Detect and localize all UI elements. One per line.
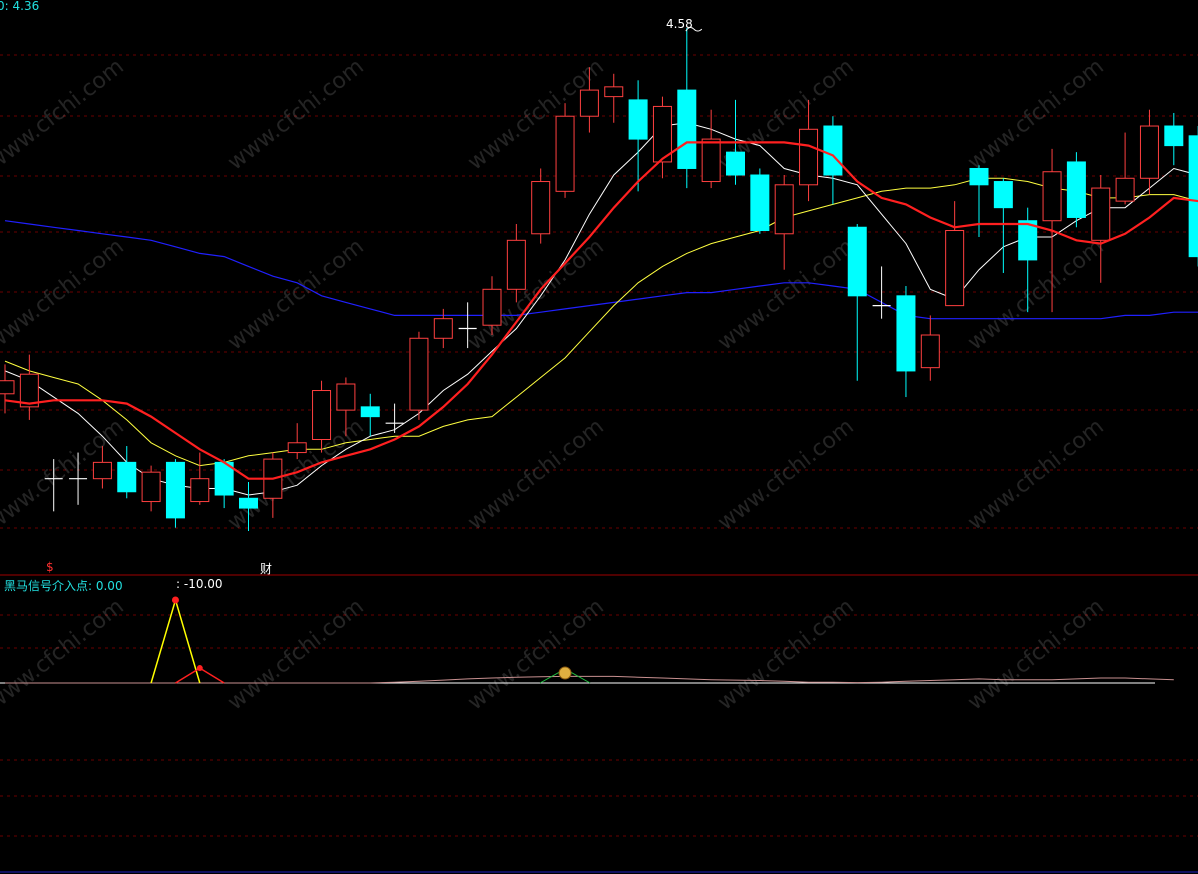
candle-body (579, 89, 599, 117)
candle-body (945, 230, 965, 307)
indicator-yellow-signal (150, 597, 201, 684)
peak-price-label: 4.58 (666, 17, 693, 31)
candle-body (1115, 177, 1135, 202)
candle-body (969, 167, 989, 186)
candle-body (433, 318, 453, 339)
candle-body (141, 471, 161, 503)
money-bag-icon (558, 666, 572, 680)
indicator-name: 黑马信号介入点: 0.00 (4, 579, 123, 593)
candle-body (1164, 125, 1184, 147)
candle-body (896, 295, 916, 372)
candle-body (750, 174, 770, 232)
stock-chart: www.cfchi.com www.cfchi.com www.cfchi.com w… (0, 26, 1198, 873)
candle-body (701, 138, 721, 183)
signal-peak-dot (171, 596, 179, 604)
candle-body (799, 128, 819, 186)
candle-body (190, 478, 210, 503)
candle-body (360, 406, 380, 418)
watermark-text: www.cfchi.com (223, 414, 368, 535)
candle-body (312, 390, 332, 441)
candle-body (1042, 171, 1062, 222)
candle-body (239, 497, 258, 509)
indicator-value2: : -10.00 (176, 577, 223, 591)
candle-body (604, 86, 624, 98)
candle-body (1066, 161, 1086, 218)
candle-body (117, 461, 137, 493)
candle-body (165, 461, 185, 519)
top-left-value: 0: 4.36 (0, 0, 40, 13)
watermark-text: www.cfchi.com (963, 414, 1108, 535)
candle-body (92, 461, 112, 480)
candle-body (677, 89, 697, 169)
watermark-text: www.cfchi.com (713, 414, 858, 535)
watermark-text: www.cfchi.com (713, 594, 858, 715)
candle-body (482, 288, 502, 326)
candle-body (336, 383, 356, 411)
candle-body (920, 334, 940, 369)
watermark-text: www.cfchi.com (223, 594, 368, 715)
candle-body (287, 442, 307, 454)
candle-body (628, 99, 648, 140)
signal-peak-dot (196, 665, 203, 672)
watermark-text: www.cfchi.com (713, 234, 858, 355)
watermark-text: www.cfchi.com (0, 594, 129, 715)
watermark-text: www.cfchi.com (963, 54, 1108, 175)
candle-body (409, 337, 429, 411)
candle-body (823, 125, 843, 176)
marker-cai: 财 (260, 562, 273, 576)
candle-body (774, 184, 794, 235)
candle-body (506, 239, 526, 290)
watermark-text: www.cfchi.com (463, 414, 608, 535)
candle-body (0, 380, 15, 395)
candle-body (555, 115, 575, 192)
candle-body (1188, 135, 1198, 258)
watermark-text: www.cfchi.com (223, 54, 368, 175)
candle-body (1091, 187, 1111, 241)
marker-dollar: $ (46, 560, 54, 574)
watermark-text: www.cfchi.com (463, 594, 608, 715)
candle-body (847, 226, 867, 297)
watermark-text: www.cfchi.com (223, 234, 368, 355)
candle-body (726, 151, 745, 176)
candle-body (993, 181, 1013, 209)
watermark-text: www.cfchi.com (0, 234, 129, 355)
watermark-text: www.cfchi.com (963, 594, 1108, 715)
watermark-text: www.cfchi.com (0, 54, 129, 175)
candle-body (1139, 125, 1159, 179)
candle-body (531, 181, 551, 235)
